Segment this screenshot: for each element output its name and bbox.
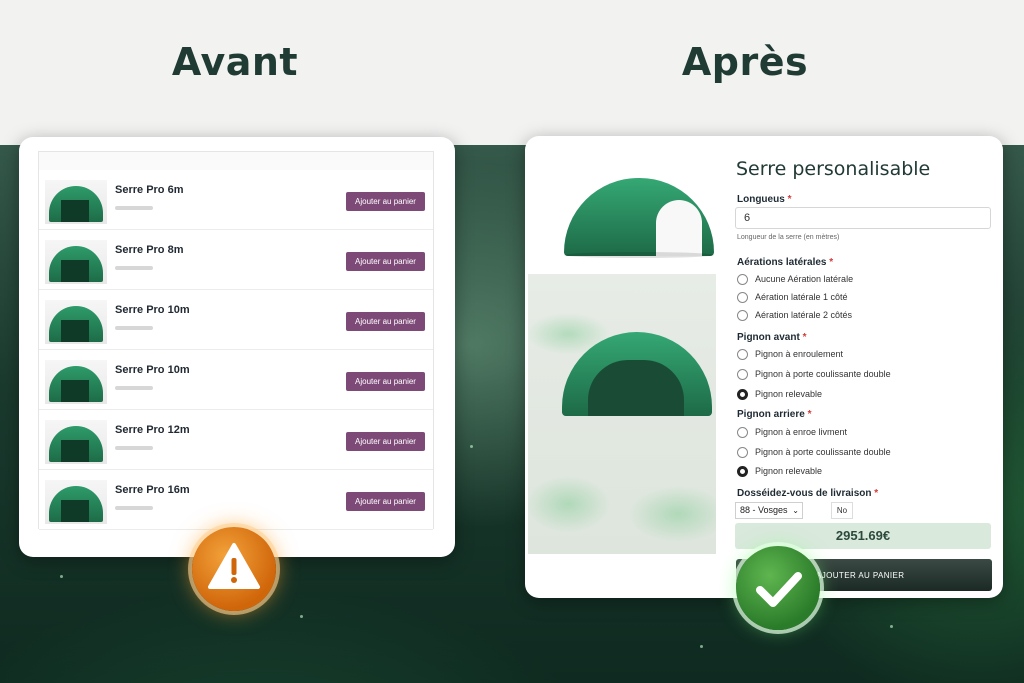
rating-placeholder — [115, 326, 153, 330]
chevron-down-icon: ⌄ — [792, 506, 799, 515]
length-label: Longueus * — [737, 194, 792, 205]
radio-button[interactable] — [737, 310, 748, 321]
product-name: Serre Pro 8m — [115, 244, 184, 256]
delivery-select[interactable]: 88 - Vosges ⌄ — [735, 502, 803, 519]
product-list: Serre Pro 6m Ajouter au panier Serre Pro… — [38, 151, 434, 530]
heading-after: Après — [681, 40, 809, 84]
product-thumbnail — [45, 480, 107, 524]
rating-placeholder — [115, 446, 153, 450]
radio-button[interactable] — [737, 427, 748, 438]
product-thumbnail — [45, 180, 107, 224]
add-to-cart-button[interactable]: Ajouter au panier — [346, 312, 425, 331]
rating-placeholder — [115, 506, 153, 510]
rear-gable-label: Pignon arriere * — [737, 409, 812, 420]
product-thumbnail — [45, 360, 107, 404]
length-help: Longueur de la serre (en mètres) — [737, 234, 840, 241]
length-input[interactable] — [735, 207, 991, 229]
add-to-cart-button[interactable]: Ajouter au panier — [346, 492, 425, 511]
radio-button[interactable] — [737, 369, 748, 380]
form-title: Serre personalisable — [736, 158, 931, 180]
product-row: Serre Pro 8m Ajouter au panier — [39, 230, 433, 290]
rating-placeholder — [115, 386, 153, 390]
rating-placeholder — [115, 266, 153, 270]
add-to-cart-button[interactable]: Ajouter au panier — [346, 372, 425, 391]
before-card: Serre Pro 6m Ajouter au panier Serre Pro… — [19, 137, 455, 557]
side-vents-label: Aérations latérales * — [737, 257, 834, 268]
product-name: Serre Pro 16m — [115, 484, 190, 496]
product-thumbnail — [45, 300, 107, 344]
product-row: Serre Pro 10m Ajouter au panier — [39, 350, 433, 410]
radio-button[interactable] — [737, 292, 748, 303]
product-row: Serre Pro 12m Ajouter au panier — [39, 410, 433, 470]
product-name: Serre Pro 6m — [115, 184, 184, 196]
heading-before: Avant — [171, 40, 299, 84]
warning-icon — [192, 527, 276, 611]
radio-button[interactable] — [737, 274, 748, 285]
product-row: Serre Pro 10m Ajouter au panier — [39, 290, 433, 350]
add-to-cart-button[interactable]: Ajouter au panier — [346, 432, 425, 451]
product-image-lifestyle — [528, 274, 716, 554]
radio-button[interactable] — [737, 349, 748, 360]
radio-button-selected[interactable] — [737, 389, 748, 400]
radio-button[interactable] — [737, 447, 748, 458]
product-thumbnail — [45, 420, 107, 464]
product-row: Serre Pro 6m Ajouter au panier — [39, 170, 433, 230]
rating-placeholder — [115, 206, 153, 210]
product-name: Serre Pro 12m — [115, 424, 190, 436]
delivery-no-button[interactable]: No — [831, 502, 853, 519]
front-gable-label: Pignon avant * — [737, 332, 807, 343]
add-to-cart-button[interactable]: Ajouter au panier — [346, 252, 425, 271]
radio-button-selected[interactable] — [737, 466, 748, 477]
product-name: Serre Pro 10m — [115, 364, 190, 376]
product-name: Serre Pro 10m — [115, 304, 190, 316]
after-card: Serre personalisable Longueus * Longueur… — [525, 136, 1003, 598]
check-icon — [736, 546, 820, 630]
delivery-label: Dosséidez-vous de livraison * — [737, 488, 879, 499]
add-to-cart-button[interactable]: Ajouter au panier — [346, 192, 425, 211]
product-image-main — [530, 144, 720, 270]
product-thumbnail — [45, 240, 107, 284]
product-row: Serre Pro 16m Ajouter au panier — [39, 470, 433, 530]
